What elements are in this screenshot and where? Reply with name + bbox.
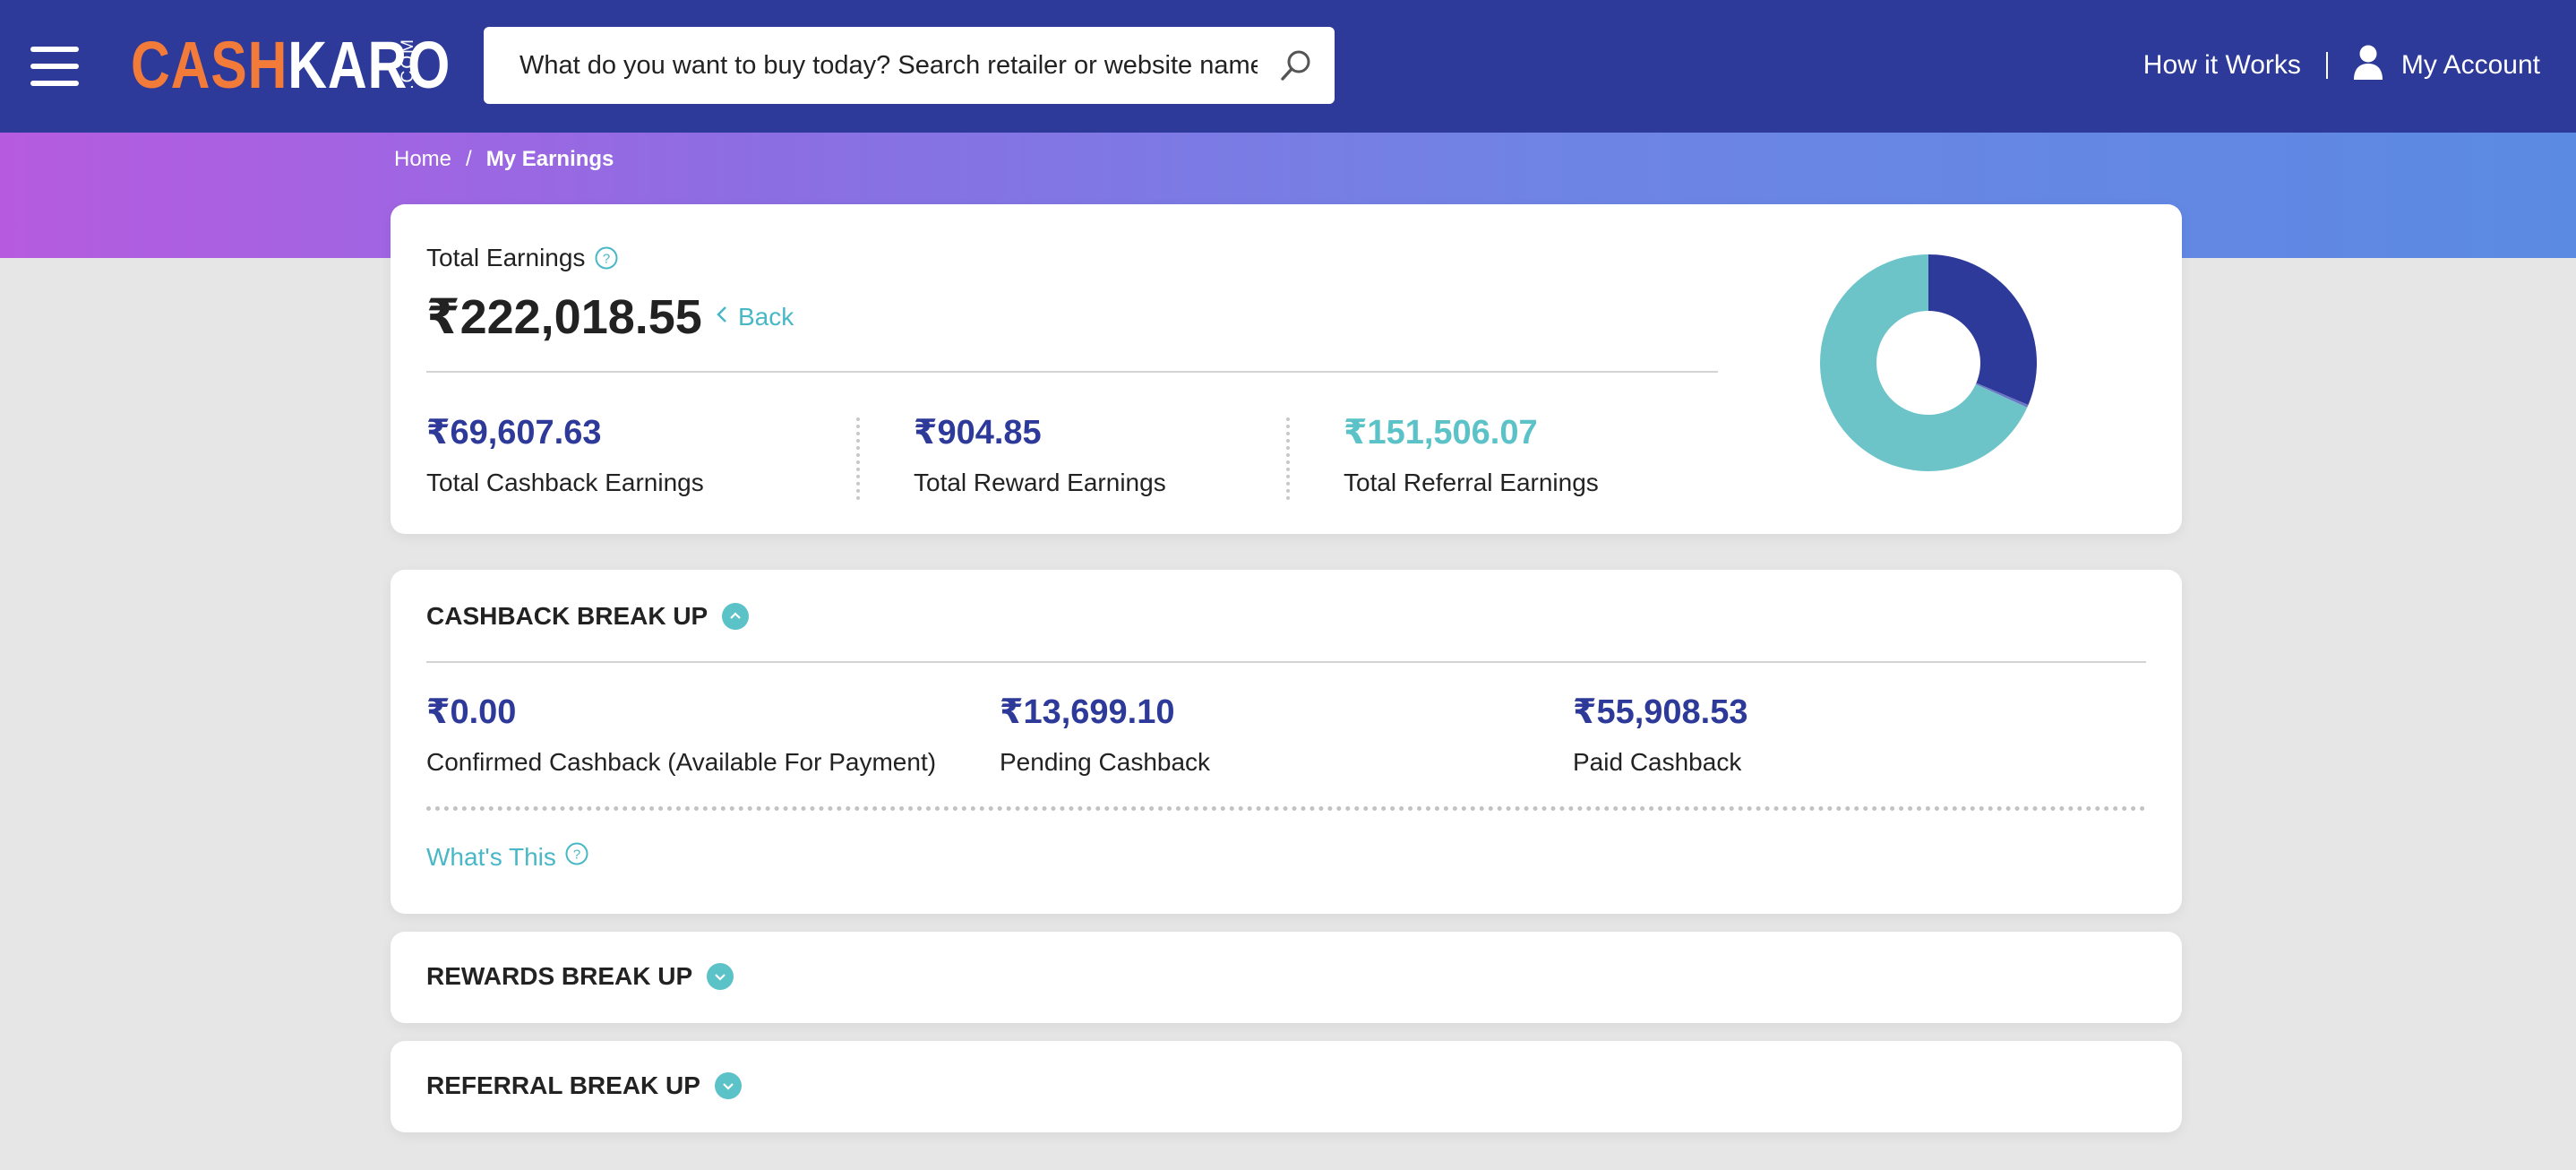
chevron-down-icon	[707, 963, 734, 990]
search-icon[interactable]	[1258, 27, 1335, 104]
paid-cashback-value: ₹55,908.53	[1573, 693, 1748, 731]
stat-referral-label: Total Referral Earnings	[1344, 469, 1599, 496]
total-earnings-amount: ₹222,018.55	[426, 290, 702, 344]
dotted-divider	[426, 806, 2146, 811]
confirmed-cashback: ₹0.00 Confirmed Cashback (Available For …	[426, 692, 936, 777]
cashback-breakup-card: CASHBACK BREAK UP ₹0.00 Confirmed Cashba…	[391, 570, 2182, 914]
back-label: Back	[738, 303, 794, 331]
user-icon	[2353, 44, 2383, 87]
cashback-breakup-toggle[interactable]: CASHBACK BREAK UP	[426, 602, 750, 631]
confirmed-cashback-label: Confirmed Cashback (Available For Paymen…	[426, 748, 937, 776]
rewards-breakup-card: REWARDS BREAK UP	[391, 932, 2182, 1023]
help-icon: ?	[565, 842, 588, 872]
summary-divider	[426, 371, 1718, 373]
pending-cashback: ₹13,699.10 Pending Cashback	[1000, 692, 1210, 777]
whats-this-label: What's This	[426, 842, 556, 871]
referral-breakup-toggle[interactable]: REFERRAL BREAK UP	[426, 1071, 742, 1100]
chevron-down-icon	[714, 1072, 742, 1099]
search-input[interactable]	[484, 27, 1258, 104]
menu-icon[interactable]	[30, 47, 79, 86]
cashback-breakup-divider	[426, 661, 2146, 663]
total-earnings-heading: Total Earnings ?	[426, 244, 619, 272]
stat-divider	[856, 417, 860, 500]
my-account-label: My Account	[2400, 50, 2540, 80]
help-icon[interactable]: ?	[594, 245, 619, 271]
donut-slice-total-cashback-earnings	[1928, 254, 2037, 406]
svg-text:?: ?	[603, 252, 610, 267]
chevron-up-icon	[722, 603, 750, 630]
svg-text:?: ?	[573, 847, 580, 863]
logo-karo-text: KARO	[288, 28, 451, 102]
pending-cashback-value: ₹13,699.10	[1000, 693, 1175, 731]
stat-reward: ₹904.85 Total Reward Earnings	[914, 412, 1166, 497]
rewards-breakup-toggle[interactable]: REWARDS BREAK UP	[426, 962, 734, 991]
search-bar	[484, 27, 1335, 104]
logo-com-text: .COM	[399, 38, 417, 90]
cashback-breakup-title: CASHBACK BREAK UP	[426, 602, 708, 630]
how-it-works-link[interactable]: How it Works	[2143, 50, 2301, 81]
stat-cashback-label: Total Cashback Earnings	[426, 469, 704, 496]
paid-cashback-label: Paid Cashback	[1573, 748, 1742, 776]
pending-cashback-label: Pending Cashback	[1000, 748, 1211, 776]
cashkaro-logo[interactable]: CASHKARO .COM	[131, 32, 521, 99]
stat-divider	[1286, 417, 1290, 500]
chevron-left-icon	[715, 303, 729, 331]
stat-cashback-value: ₹69,607.63	[426, 414, 602, 452]
nav-divider	[2325, 52, 2328, 79]
referral-breakup-card: REFERRAL BREAK UP	[391, 1041, 2182, 1132]
referral-breakup-title: REFERRAL BREAK UP	[426, 1071, 700, 1099]
stat-reward-label: Total Reward Earnings	[914, 469, 1166, 496]
breadcrumb-home[interactable]: Home	[394, 147, 451, 172]
stat-referral-value: ₹151,506.07	[1344, 414, 1538, 452]
total-earnings-card: Total Earnings ? ₹222,018.55 Back ₹69,60…	[391, 204, 2182, 534]
logo-cash-text: CASH	[131, 28, 288, 102]
whats-this-link[interactable]: What's This ?	[426, 842, 588, 872]
back-link[interactable]: Back	[715, 303, 794, 331]
top-nav-bar: CASHKARO .COM How it Works My Account	[0, 0, 2576, 133]
breadcrumb-separator: /	[466, 147, 472, 171]
breadcrumb: Home / My Earnings	[394, 147, 614, 172]
stat-referral: ₹151,506.07 Total Referral Earnings	[1344, 412, 1599, 497]
nav-right: How it Works My Account	[2143, 36, 2540, 95]
paid-cashback: ₹55,908.53 Paid Cashback	[1573, 692, 1748, 777]
confirmed-cashback-value: ₹0.00	[426, 693, 517, 731]
earnings-donut-chart	[1820, 254, 2037, 471]
total-earnings-title: Total Earnings	[426, 244, 586, 271]
my-account-button[interactable]: My Account	[2353, 44, 2540, 87]
stat-reward-value: ₹904.85	[914, 414, 1042, 452]
rewards-breakup-title: REWARDS BREAK UP	[426, 962, 693, 990]
stat-cashback: ₹69,607.63 Total Cashback Earnings	[426, 412, 704, 497]
breadcrumb-current: My Earnings	[485, 147, 614, 171]
